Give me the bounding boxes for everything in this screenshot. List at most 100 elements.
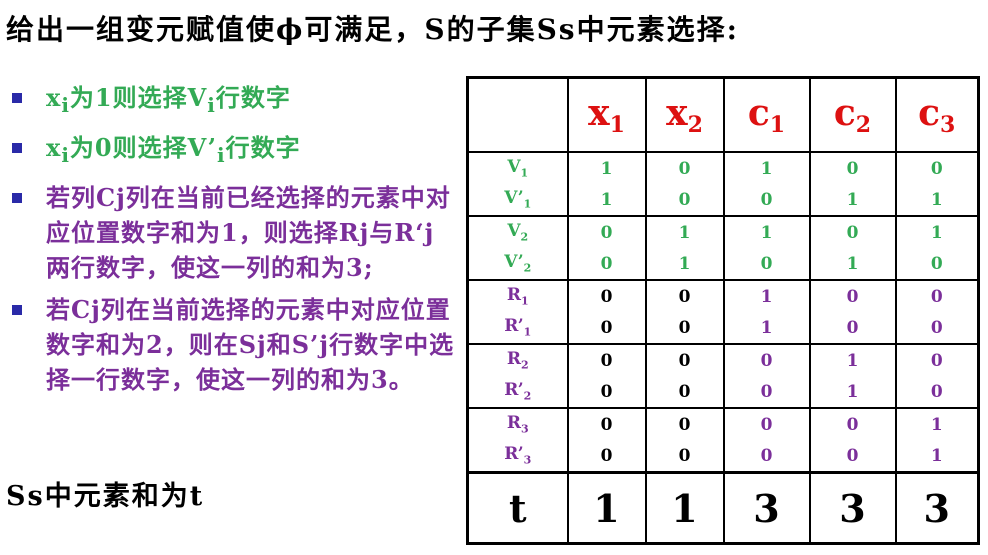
- table-row: V2 0 1 1 0 1: [466, 215, 980, 248]
- bullet-text-post: 行数字: [225, 132, 301, 162]
- table-header-row: x1 x2 c1 c2 c3: [466, 77, 980, 153]
- table-cell: 0: [808, 279, 897, 312]
- row-label-subscript: 1: [520, 294, 529, 308]
- table-cell: 1: [808, 184, 897, 216]
- row-label-subscript: 2: [520, 358, 529, 372]
- table-cell: 0: [722, 376, 811, 408]
- bullet-text-pre: x: [46, 83, 62, 112]
- table-cell: 0: [894, 343, 980, 376]
- row-label: V’2: [466, 248, 569, 280]
- table-cell: 0: [894, 376, 980, 408]
- bullet-text-mid: 为0则选择V’: [69, 132, 218, 162]
- row-label: V2: [466, 215, 569, 248]
- column-header: x1: [566, 77, 647, 153]
- row-label-base: V’: [504, 252, 524, 273]
- table-cell: 1: [894, 407, 980, 440]
- table-cell: 0: [644, 312, 725, 344]
- table-cell: 0: [808, 215, 897, 248]
- column-header-subscript: 3: [940, 112, 956, 138]
- square-bullet-icon: [12, 93, 22, 103]
- bullet-text: 若列Cj列在当前已经选择的元素中对应位置数字和为1，则选择Rj与R‘j两行数字，…: [46, 182, 451, 282]
- table-cell: 0: [808, 407, 897, 440]
- column-header-subscript: 1: [769, 112, 786, 138]
- column-header: c3: [894, 77, 980, 153]
- total-cell: 3: [722, 471, 811, 544]
- row-label: R3: [466, 407, 569, 440]
- row-label-subscript: 2: [523, 389, 532, 403]
- bullet-subscript: i: [61, 92, 70, 117]
- square-bullet-icon: [12, 304, 22, 315]
- table-cell: 0: [808, 440, 897, 473]
- total-cell: 3: [894, 471, 980, 544]
- table-row: R2 0 0 0 1 0: [466, 343, 980, 376]
- table-cell: 1: [644, 215, 725, 248]
- table-cell: 1: [722, 215, 811, 248]
- column-header: c1: [722, 77, 811, 153]
- row-label-base: R: [506, 349, 521, 370]
- table-row: R’3 0 0 0 0 1: [466, 440, 980, 473]
- bullet-item-xi-1: xi为1则选择Vi行数字: [6, 80, 458, 123]
- total-cell: 3: [808, 471, 897, 544]
- table-cell: 0: [894, 151, 980, 184]
- total-row: t11333: [466, 471, 980, 544]
- bullet-item-sum-2: 若Cj列在当前选择的元素中对应位置数字和为2，则在Sj和S’j行数字中选择一行数…: [6, 292, 458, 397]
- column-header: c2: [808, 77, 897, 153]
- header-corner-cell: [466, 77, 569, 153]
- column-header-base: x: [588, 92, 610, 134]
- row-label-base: V: [507, 221, 521, 242]
- row-label-subscript: 1: [520, 166, 529, 180]
- table-cell: 1: [808, 343, 897, 376]
- total-cell: 1: [566, 471, 647, 544]
- bullet-item-xi-0: xi为0则选择V’i行数字: [6, 130, 458, 173]
- table-cell: 0: [566, 215, 647, 248]
- table-cell: 1: [808, 376, 897, 408]
- table-cell: 0: [644, 151, 725, 184]
- row-label-base: R’: [504, 380, 524, 401]
- slide-title: 给出一组变元赋值使ϕ可满足，S的子集Ss中元素选择:: [6, 13, 739, 46]
- table-row: V’2 0 1 0 1 0: [466, 248, 980, 280]
- table-cell: 0: [566, 248, 647, 280]
- table-cell: 1: [722, 312, 811, 344]
- table-row: R’2 0 0 0 1 0: [466, 376, 980, 408]
- column-header-base: c: [747, 92, 770, 134]
- row-label-base: V: [507, 157, 521, 178]
- table-row: R’1 0 0 1 0 0: [466, 312, 980, 344]
- table-cell: 0: [722, 343, 811, 376]
- row-label: R’1: [466, 312, 569, 344]
- table-cell: 0: [808, 312, 897, 344]
- row-label: V’1: [466, 184, 569, 216]
- square-bullet-icon: [12, 142, 22, 153]
- reduction-table: x1 x2 c1 c2 c3 V1 1 0 1 0 0 V’1 1 0 0 1 1 V2 0 1 1 0 1 V’2…: [466, 76, 980, 545]
- table-row: R3 0 0 0 0 1: [466, 407, 980, 440]
- bullet-item-sum-1: 若列Cj列在当前已经选择的元素中对应位置数字和为1，则选择Rj与R‘j两行数字，…: [6, 180, 458, 285]
- table-cell: 1: [566, 151, 647, 184]
- bullet-subscript: i: [61, 142, 70, 167]
- bullet-subscript: i: [217, 142, 226, 167]
- table-cell: 0: [894, 312, 980, 344]
- bullet-text: 若Cj列在当前选择的元素中对应位置数字和为2，则在Sj和S’j行数字中选择一行数…: [46, 294, 455, 394]
- bullet-list: xi为1则选择Vi行数字 xi为0则选择V’i行数字 若列Cj列在当前已经选择的…: [6, 80, 458, 404]
- table-cell: 0: [894, 279, 980, 312]
- table-cell: 0: [894, 248, 980, 280]
- row-label-subscript: 1: [523, 197, 532, 211]
- column-header: x2: [644, 77, 725, 153]
- total-label: t: [466, 471, 569, 544]
- table-cell: 0: [808, 151, 897, 184]
- table-row: R1 0 0 1 0 0: [466, 279, 980, 312]
- table-row: V’1 1 0 0 1 1: [466, 184, 980, 216]
- table-cell: 0: [566, 376, 647, 408]
- table-cell: 0: [644, 407, 725, 440]
- table-cell: 0: [644, 376, 725, 408]
- table-cell: 0: [644, 343, 725, 376]
- row-label: R’3: [466, 440, 569, 473]
- row-label: R2: [466, 343, 569, 376]
- row-label-subscript: 3: [520, 422, 529, 436]
- summary-text: Ss中元素和为t: [6, 481, 205, 512]
- table-cell: 0: [722, 248, 811, 280]
- table-cell: 0: [566, 312, 647, 344]
- table-cell: 0: [722, 440, 811, 473]
- row-label-base: R’: [504, 316, 524, 337]
- row-label: R’2: [466, 376, 569, 408]
- table-cell: 1: [808, 248, 897, 280]
- bullet-text-mid: 为1则选择V: [69, 83, 208, 112]
